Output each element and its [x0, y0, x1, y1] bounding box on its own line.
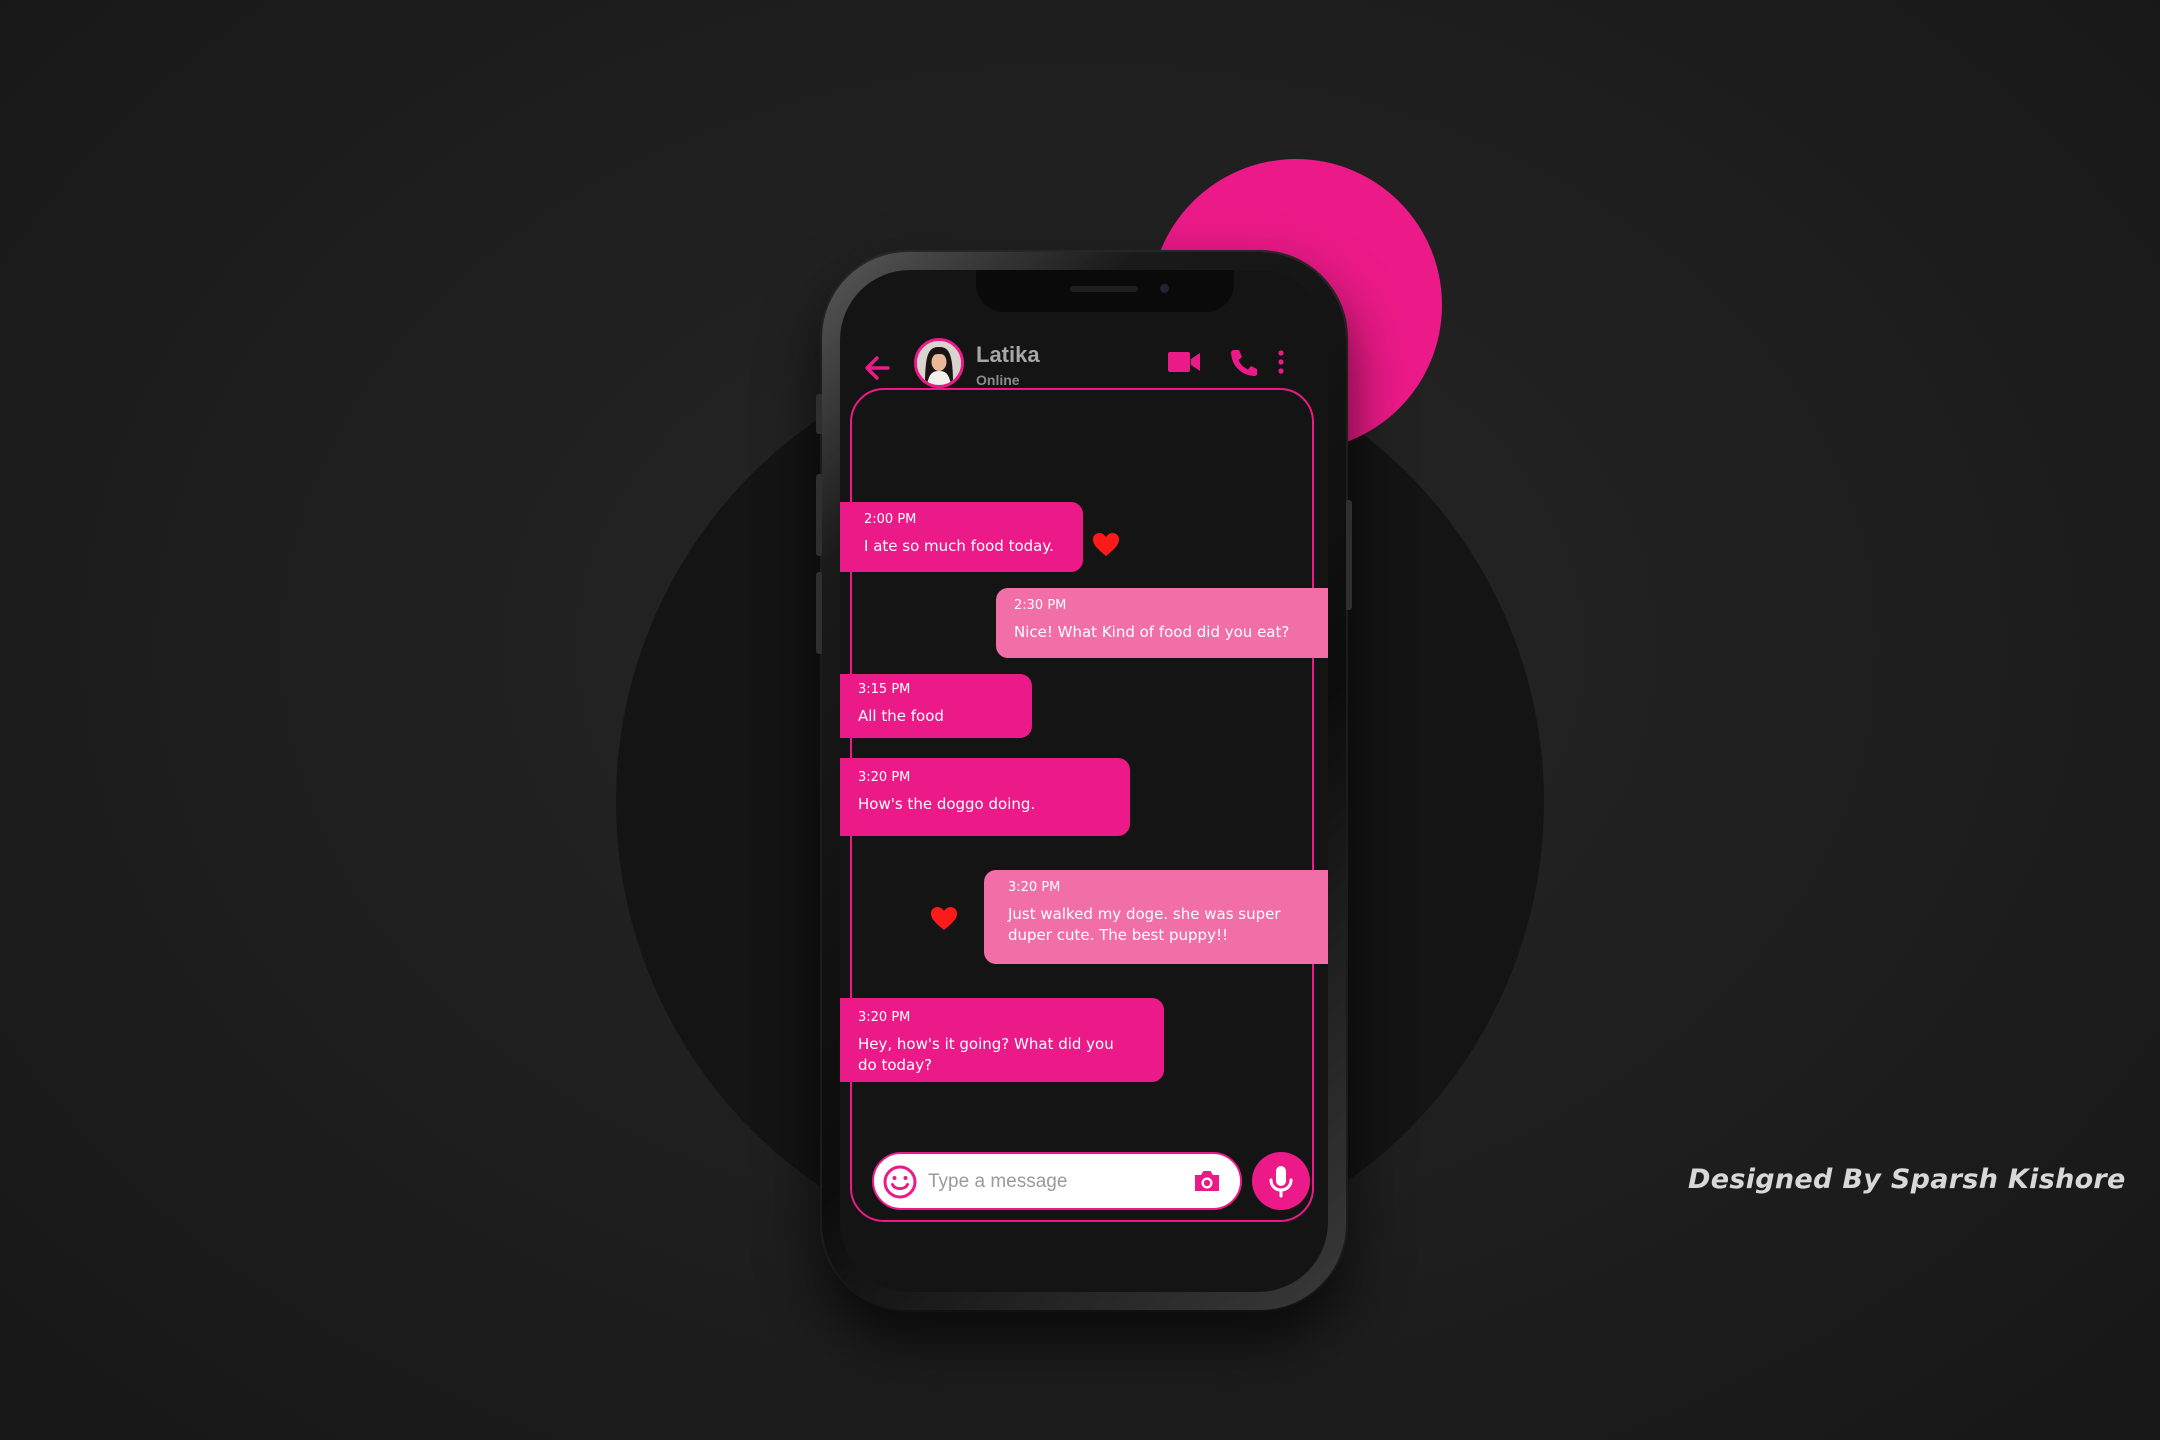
- message-text: Just walked my doge. she was super duper…: [1008, 905, 1281, 944]
- contact-status: Online: [976, 372, 1020, 388]
- message-bubble-incoming[interactable]: 3:20 PM Hey, how's it going? What did yo…: [840, 998, 1164, 1082]
- message-time: 3:15 PM: [858, 682, 911, 697]
- designer-credit: Designed By Sparsh Kishore: [1688, 1164, 2126, 1195]
- message-time: 3:20 PM: [1008, 880, 1061, 895]
- notch: [976, 270, 1234, 312]
- message-text: All the food: [858, 707, 944, 725]
- message-composer: [872, 1152, 1242, 1210]
- camera-icon[interactable]: [1192, 1168, 1222, 1194]
- message-bubble-outgoing[interactable]: 2:30 PM Nice! What Kind of food did you …: [996, 588, 1328, 658]
- heart-icon[interactable]: [1092, 532, 1120, 558]
- message-text: I ate so much food today.: [864, 537, 1054, 555]
- power-button: [1346, 500, 1352, 610]
- front-camera: [1160, 284, 1169, 293]
- message-bubble-outgoing[interactable]: 3:20 PM Just walked my doge. she was sup…: [984, 870, 1328, 964]
- phone-screen: Latika Online 2:00 PM I ate so much food…: [840, 270, 1328, 1292]
- more-vertical-icon[interactable]: [1274, 346, 1288, 378]
- volume-down-button: [816, 572, 822, 654]
- emoji-icon[interactable]: [882, 1164, 918, 1200]
- canvas: Latika Online 2:00 PM I ate so much food…: [0, 0, 2160, 1440]
- heart-icon[interactable]: [930, 906, 958, 932]
- phone-frame: Latika Online 2:00 PM I ate so much food…: [816, 252, 1352, 1310]
- mute-switch: [816, 394, 822, 434]
- microphone-icon[interactable]: [1252, 1152, 1310, 1210]
- message-time: 2:00 PM: [864, 512, 917, 527]
- message-time: 3:20 PM: [858, 1010, 911, 1025]
- message-bubble-incoming[interactable]: 3:20 PM How's the doggo doing.: [840, 758, 1130, 836]
- back-arrow-icon[interactable]: [858, 348, 898, 388]
- message-text: How's the doggo doing.: [858, 795, 1036, 813]
- message-time: 2:30 PM: [1014, 598, 1067, 613]
- message-text: Nice! What Kind of food did you eat?: [1014, 623, 1290, 641]
- volume-up-button: [816, 474, 822, 556]
- video-camera-icon[interactable]: [1166, 346, 1202, 378]
- message-input[interactable]: [926, 1162, 1190, 1202]
- message-text: Hey, how's it going? What did you do tod…: [858, 1035, 1114, 1074]
- speaker-grille: [1070, 286, 1138, 292]
- contact-name[interactable]: Latika: [976, 342, 1040, 368]
- phone-icon[interactable]: [1228, 346, 1258, 378]
- message-bubble-incoming[interactable]: 2:00 PM I ate so much food today.: [840, 502, 1083, 572]
- message-bubble-incoming[interactable]: 3:15 PM All the food: [840, 674, 1032, 738]
- avatar[interactable]: [914, 338, 964, 388]
- message-time: 3:20 PM: [858, 770, 911, 785]
